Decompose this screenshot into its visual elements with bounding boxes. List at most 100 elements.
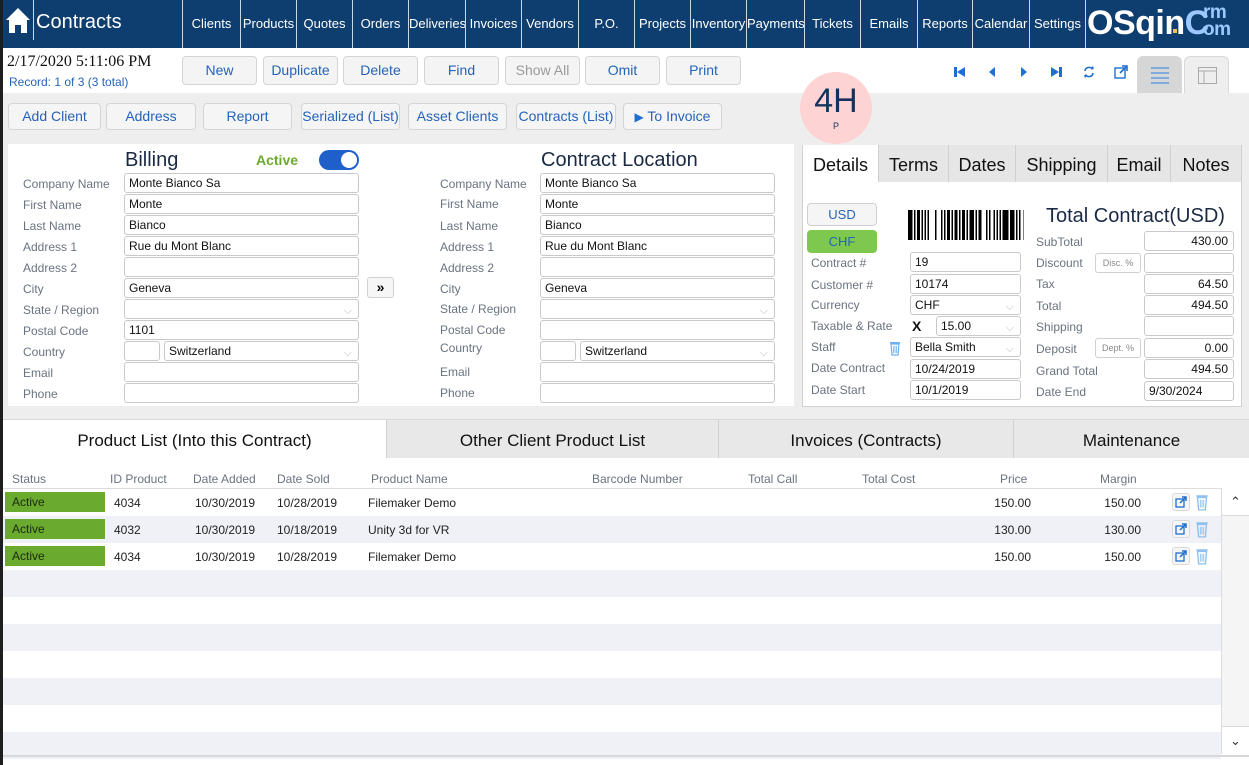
list-view-tab[interactable] xyxy=(1137,56,1182,93)
tab-details[interactable]: Details xyxy=(803,145,878,182)
open-external-icon[interactable] xyxy=(1172,547,1190,565)
total-field[interactable]: 494.50 xyxy=(1144,295,1234,315)
asset-clients-button[interactable]: Asset Clients xyxy=(408,103,507,130)
location-company-field[interactable]: Monte Bianco Sa xyxy=(540,173,775,193)
last-record-icon[interactable] xyxy=(1048,64,1064,80)
location-country-select[interactable]: Switzerland ⌵ xyxy=(580,341,775,361)
customer-no-field[interactable]: 10174 xyxy=(910,274,1021,294)
find-button[interactable]: Find xyxy=(424,56,499,85)
previous-record-icon[interactable] xyxy=(984,64,1000,80)
tax-rate-select[interactable]: 15.00 ⌵ xyxy=(936,316,1021,336)
nav-deliveries[interactable]: Deliveries xyxy=(409,0,466,48)
nav-quotes[interactable]: Quotes xyxy=(297,0,352,48)
nav-clients[interactable]: Clients xyxy=(183,0,240,48)
tab-terms[interactable]: Terms xyxy=(878,145,948,182)
billing-last-field[interactable]: Bianco xyxy=(124,215,359,235)
copy-address-button[interactable]: » xyxy=(367,277,394,298)
subtotal-field[interactable]: 430.00 xyxy=(1144,231,1234,251)
tab-notes[interactable]: Notes xyxy=(1170,145,1241,182)
location-phone-field[interactable] xyxy=(540,383,775,403)
billing-state-select[interactable]: ⌵ xyxy=(124,299,359,319)
currency-select[interactable]: CHF ⌵ xyxy=(910,295,1021,315)
billing-phone-field[interactable] xyxy=(124,383,359,403)
usd-button[interactable]: USD xyxy=(807,203,877,226)
trash-icon[interactable] xyxy=(889,340,901,356)
date-end-field[interactable]: 9/30/2024 xyxy=(1144,381,1234,401)
serialized-list-button[interactable]: Serialized (List) xyxy=(301,103,400,130)
home-icon[interactable] xyxy=(5,6,31,34)
chf-button[interactable]: CHF xyxy=(807,230,877,253)
nav-projects[interactable]: Projects xyxy=(635,0,690,48)
billing-country-select[interactable]: Switzerland ⌵ xyxy=(164,341,359,361)
to-invoice-button[interactable]: ▶ To Invoice xyxy=(623,103,722,130)
location-state-select[interactable]: ⌵ xyxy=(540,299,775,319)
contract-no-field[interactable]: 19 xyxy=(910,252,1021,272)
billing-postal-field[interactable]: 1101 xyxy=(124,320,359,340)
report-button[interactable]: Report xyxy=(203,103,292,130)
billing-addr2-field[interactable] xyxy=(124,257,359,277)
delete-button[interactable]: Delete xyxy=(343,56,418,85)
nav-inventory[interactable]: Inventory xyxy=(691,0,746,48)
open-external-icon[interactable] xyxy=(1172,493,1190,511)
shipping-field[interactable] xyxy=(1144,316,1234,336)
omit-button[interactable]: Omit xyxy=(585,56,660,85)
location-city-field[interactable]: Geneva xyxy=(540,278,775,298)
deposit-percent-button[interactable]: Dept. % xyxy=(1095,338,1141,358)
show-all-button[interactable]: Show All xyxy=(505,56,580,85)
trash-icon[interactable] xyxy=(1195,520,1213,538)
next-record-icon[interactable] xyxy=(1016,64,1032,80)
billing-company-field[interactable]: Monte Bianco Sa xyxy=(124,173,359,193)
contracts-list-button[interactable]: Contracts (List) xyxy=(516,103,616,130)
tab-dates[interactable]: Dates xyxy=(948,145,1015,182)
location-email-field[interactable] xyxy=(540,362,775,382)
location-addr2-field[interactable] xyxy=(540,257,775,277)
address-button[interactable]: Address xyxy=(106,103,196,130)
table-row[interactable]: Active 4034 10/30/2019 10/28/2019 Filemaker … xyxy=(3,543,1221,570)
billing-country-code-field[interactable] xyxy=(124,341,160,361)
discount-field[interactable] xyxy=(1144,253,1234,273)
staff-select[interactable]: Bella Smith ⌵ xyxy=(910,337,1021,357)
billing-city-field[interactable]: Geneva xyxy=(124,278,359,298)
scroll-down-button[interactable]: ⌄ xyxy=(1222,726,1249,754)
nav-invoices[interactable]: Invoices xyxy=(466,0,521,48)
location-first-field[interactable]: Monte xyxy=(540,194,775,214)
tab-other-client-products[interactable]: Other Client Product List xyxy=(386,420,718,458)
nav-settings[interactable]: Settings xyxy=(1030,0,1085,48)
nav-tickets[interactable]: Tickets xyxy=(805,0,860,48)
nav-reports[interactable]: Reports xyxy=(918,0,972,48)
tax-field[interactable]: 64.50 xyxy=(1144,274,1234,294)
tab-email[interactable]: Email xyxy=(1107,145,1170,182)
tab-shipping[interactable]: Shipping xyxy=(1015,145,1107,182)
duplicate-button[interactable]: Duplicate xyxy=(263,56,338,85)
new-button[interactable]: New xyxy=(182,56,257,85)
location-addr1-field[interactable]: Rue du Mont Blanc xyxy=(540,236,775,256)
nav-calendar[interactable]: Calendar xyxy=(973,0,1029,48)
open-external-icon[interactable] xyxy=(1172,520,1190,538)
date-contract-field[interactable]: 10/24/2019 xyxy=(910,359,1021,379)
first-record-icon[interactable] xyxy=(952,64,968,80)
nav-products[interactable]: Products xyxy=(241,0,296,48)
location-last-field[interactable]: Bianco xyxy=(540,215,775,235)
open-external-icon[interactable] xyxy=(1113,64,1129,80)
billing-addr1-field[interactable]: Rue du Mont Blanc xyxy=(124,236,359,256)
nav-payments[interactable]: Payments xyxy=(747,0,805,48)
add-client-button[interactable]: Add Client xyxy=(8,103,101,130)
tab-invoices-contracts[interactable]: Invoices (Contracts) xyxy=(718,420,1013,458)
deposit-field[interactable]: 0.00 xyxy=(1144,338,1234,358)
discount-percent-button[interactable]: Disc. % xyxy=(1095,253,1141,273)
taxable-checkbox[interactable]: X xyxy=(912,318,921,334)
nav-vendors[interactable]: Vendors xyxy=(522,0,578,48)
form-view-tab[interactable] xyxy=(1184,56,1229,93)
nav-po[interactable]: P.O. xyxy=(579,0,634,48)
trash-icon[interactable] xyxy=(1195,493,1213,511)
print-button[interactable]: Print xyxy=(666,56,741,85)
list-scrollbar[interactable]: ⌃ ⌄ xyxy=(1221,488,1249,754)
location-country-code-field[interactable] xyxy=(540,341,576,361)
nav-orders[interactable]: Orders xyxy=(353,0,408,48)
tab-maintenance[interactable]: Maintenance xyxy=(1013,420,1249,458)
grand-total-field[interactable]: 494.50 xyxy=(1144,359,1234,379)
nav-emails[interactable]: Emails xyxy=(861,0,917,48)
date-start-field[interactable]: 10/1/2019 xyxy=(910,380,1021,400)
location-postal-field[interactable] xyxy=(540,320,775,340)
active-toggle[interactable] xyxy=(319,150,359,170)
